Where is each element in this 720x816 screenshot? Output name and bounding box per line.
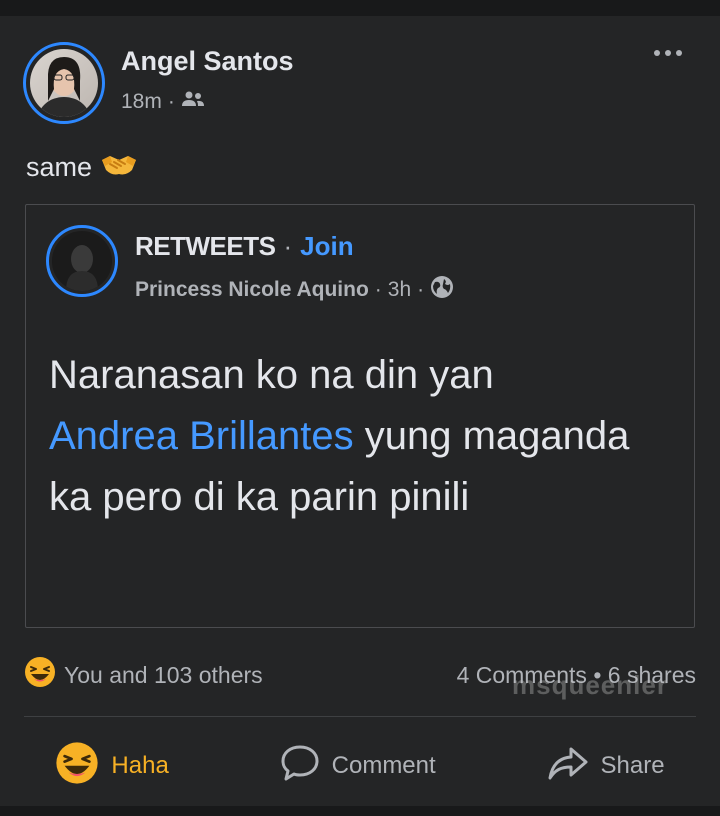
shared-body: Naranasan ko na din yan Andrea Brillante… bbox=[49, 345, 679, 528]
author-photo bbox=[30, 49, 98, 117]
haha-button[interactable]: Haha bbox=[55, 741, 169, 792]
join-link[interactable]: Join bbox=[300, 231, 353, 262]
handshake-emoji-icon bbox=[100, 150, 138, 185]
post-text: same bbox=[26, 150, 138, 185]
author-avatar[interactable] bbox=[23, 42, 105, 124]
haha-emoji-icon bbox=[24, 656, 56, 694]
divider bbox=[24, 716, 696, 717]
globe-icon bbox=[430, 275, 454, 305]
author-name[interactable]: Angel Santos bbox=[121, 46, 294, 77]
haha-label: Haha bbox=[111, 752, 169, 779]
comment-icon bbox=[280, 744, 320, 789]
shared-photo bbox=[52, 231, 112, 291]
comment-label: Comment bbox=[331, 752, 436, 779]
share-label: Share bbox=[600, 752, 665, 779]
reaction-summary[interactable]: You and 103 others bbox=[24, 656, 263, 694]
shared-meta: Princess Nicole Aquino · 3h · bbox=[135, 275, 454, 305]
post-meta: 18m · bbox=[121, 90, 205, 114]
body-text-1: Naranasan ko na din yan bbox=[49, 353, 494, 397]
haha-emoji-icon bbox=[55, 741, 99, 792]
shared-time[interactable]: 3h bbox=[388, 278, 411, 302]
shared-avatar[interactable] bbox=[46, 225, 118, 297]
meta-separator: · bbox=[167, 90, 175, 113]
mention-link[interactable]: Andrea Brillantes bbox=[49, 414, 354, 458]
group-name[interactable]: RETWEETS bbox=[135, 231, 276, 262]
poster-name[interactable]: Princess Nicole Aquino bbox=[135, 278, 369, 302]
post-time[interactable]: 18m bbox=[121, 90, 162, 114]
share-icon bbox=[547, 745, 589, 788]
more-options-icon[interactable] bbox=[654, 50, 682, 56]
meta-separator: · bbox=[374, 278, 382, 301]
bottom-strip bbox=[0, 806, 720, 816]
share-button[interactable]: Share bbox=[547, 745, 665, 788]
post-card: Angel Santos 18m · same RETWEETS · Join … bbox=[0, 16, 720, 806]
action-bar: Haha Comment Share bbox=[0, 738, 720, 794]
group-separator: · bbox=[283, 231, 293, 261]
meta-separator: · bbox=[417, 278, 425, 301]
friends-icon bbox=[181, 90, 205, 114]
shared-post[interactable]: RETWEETS · Join Princess Nicole Aquino ·… bbox=[25, 204, 695, 628]
group-row: RETWEETS · Join bbox=[135, 231, 354, 262]
reaction-count: You and 103 others bbox=[64, 661, 263, 688]
watermark: msqueenler bbox=[512, 670, 668, 700]
post-text-content: same bbox=[26, 152, 93, 182]
comment-button[interactable]: Comment bbox=[280, 744, 436, 789]
